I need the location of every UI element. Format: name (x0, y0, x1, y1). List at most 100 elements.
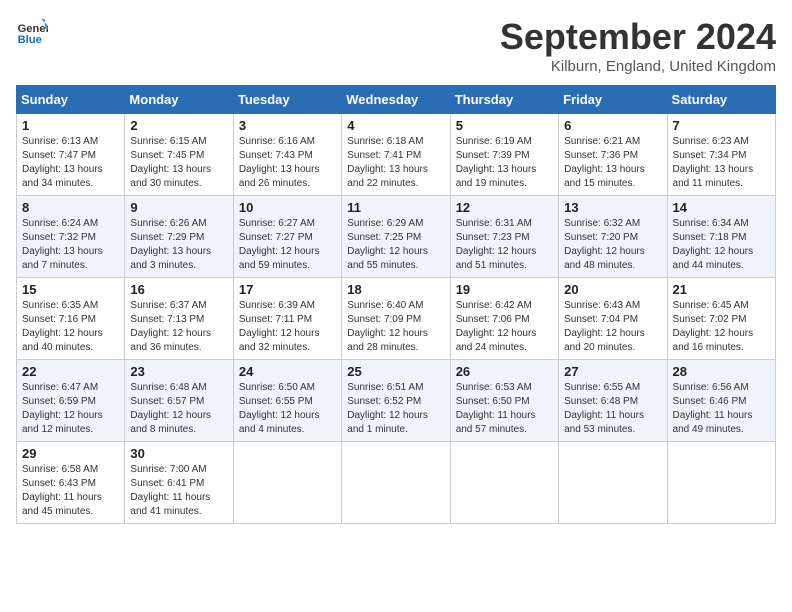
day-info: Sunrise: 6:45 AM Sunset: 7:02 PM Dayligh… (673, 299, 770, 355)
calendar-cell: 10 Sunrise: 6:27 AM Sunset: 7:27 PM Dayli… (233, 196, 341, 278)
calendar-cell: 15 Sunrise: 6:35 AM Sunset: 7:16 PM Dayli… (17, 278, 125, 360)
location: Kilburn, England, United Kingdom (500, 58, 776, 75)
day-info: Sunrise: 6:43 AM Sunset: 7:04 PM Dayligh… (564, 299, 661, 355)
day-info: Sunrise: 6:48 AM Sunset: 6:57 PM Dayligh… (130, 381, 227, 437)
day-info: Sunrise: 6:47 AM Sunset: 6:59 PM Dayligh… (22, 381, 119, 437)
calendar-cell: 2 Sunrise: 6:15 AM Sunset: 7:45 PM Daylig… (125, 114, 233, 196)
weekday-header-thursday: Thursday (450, 86, 558, 114)
title-block: September 2024 Kilburn, England, United … (500, 16, 776, 75)
month-title: September 2024 (500, 16, 776, 58)
calendar-cell: 24Sunrise: 6:50 AM Sunset: 6:55 PM Dayli… (233, 360, 341, 442)
day-number: 6 (564, 118, 661, 133)
day-number: 20 (564, 282, 661, 297)
day-number: 13 (564, 200, 661, 215)
day-number: 22 (22, 364, 119, 379)
calendar-week-2: 8Sunrise: 6:24 AM Sunset: 7:32 PM Daylig… (17, 196, 776, 278)
day-info: Sunrise: 6:42 AM Sunset: 7:06 PM Dayligh… (456, 299, 553, 355)
weekday-header-row: SundayMondayTuesdayWednesdayThursdayFrid… (17, 86, 776, 114)
day-info: Sunrise: 6:15 AM Sunset: 7:45 PM Dayligh… (130, 135, 227, 191)
calendar-cell (667, 442, 775, 524)
day-info: Sunrise: 6:26 AM Sunset: 7:29 PM Dayligh… (130, 217, 227, 273)
day-number: 27 (564, 364, 661, 379)
day-info: Sunrise: 6:53 AM Sunset: 6:50 PM Dayligh… (456, 381, 553, 437)
calendar-cell: 13 Sunrise: 6:32 AM Sunset: 7:20 PM Dayli… (559, 196, 667, 278)
day-number: 9 (130, 200, 227, 215)
calendar-week-1: 1 Sunrise: 6:13 AM Sunset: 7:47 PM Daylig… (17, 114, 776, 196)
calendar-cell: 5 Sunrise: 6:19 AM Sunset: 7:39 PM Daylig… (450, 114, 558, 196)
day-info: Sunrise: 6:27 AM Sunset: 7:27 PM Dayligh… (239, 217, 336, 273)
calendar-cell: 1 Sunrise: 6:13 AM Sunset: 7:47 PM Daylig… (17, 114, 125, 196)
weekday-header-sunday: Sunday (17, 86, 125, 114)
calendar-cell: 4Sunrise: 6:18 AM Sunset: 7:41 PM Daylig… (342, 114, 450, 196)
day-info: Sunrise: 6:37 AM Sunset: 7:13 PM Dayligh… (130, 299, 227, 355)
day-number: 28 (673, 364, 770, 379)
day-number: 25 (347, 364, 444, 379)
calendar-cell (559, 442, 667, 524)
calendar-cell: 22 Sunrise: 6:47 AM Sunset: 6:59 PM Dayli… (17, 360, 125, 442)
day-info: Sunrise: 6:23 AM Sunset: 7:34 PM Dayligh… (673, 135, 770, 191)
calendar-cell: 14Sunrise: 6:34 AM Sunset: 7:18 PM Dayli… (667, 196, 775, 278)
calendar-cell: 29Sunrise: 6:58 AM Sunset: 6:43 PM Dayli… (17, 442, 125, 524)
day-number: 15 (22, 282, 119, 297)
day-info: Sunrise: 6:58 AM Sunset: 6:43 PM Dayligh… (22, 463, 119, 519)
calendar-cell: 11Sunrise: 6:29 AM Sunset: 7:25 PM Dayli… (342, 196, 450, 278)
day-info: Sunrise: 6:56 AM Sunset: 6:46 PM Dayligh… (673, 381, 770, 437)
day-info: Sunrise: 6:39 AM Sunset: 7:11 PM Dayligh… (239, 299, 336, 355)
day-info: Sunrise: 6:55 AM Sunset: 6:48 PM Dayligh… (564, 381, 661, 437)
logo-icon: General Blue (16, 16, 48, 48)
day-info: Sunrise: 6:32 AM Sunset: 7:20 PM Dayligh… (564, 217, 661, 273)
calendar-table: SundayMondayTuesdayWednesdayThursdayFrid… (16, 85, 776, 524)
day-number: 1 (22, 118, 119, 133)
calendar-cell: 12Sunrise: 6:31 AM Sunset: 7:23 PM Dayli… (450, 196, 558, 278)
calendar-cell: 9 Sunrise: 6:26 AM Sunset: 7:29 PM Daylig… (125, 196, 233, 278)
calendar-cell: 17 Sunrise: 6:39 AM Sunset: 7:11 PM Dayli… (233, 278, 341, 360)
weekday-header-tuesday: Tuesday (233, 86, 341, 114)
calendar-cell: 23 Sunrise: 6:48 AM Sunset: 6:57 PM Dayli… (125, 360, 233, 442)
calendar-cell: 18 Sunrise: 6:40 AM Sunset: 7:09 PM Dayli… (342, 278, 450, 360)
calendar-cell: 20 Sunrise: 6:43 AM Sunset: 7:04 PM Dayli… (559, 278, 667, 360)
day-number: 5 (456, 118, 553, 133)
calendar-cell: 8Sunrise: 6:24 AM Sunset: 7:32 PM Daylig… (17, 196, 125, 278)
day-number: 23 (130, 364, 227, 379)
day-info: Sunrise: 6:21 AM Sunset: 7:36 PM Dayligh… (564, 135, 661, 191)
day-info: Sunrise: 6:40 AM Sunset: 7:09 PM Dayligh… (347, 299, 444, 355)
day-info: Sunrise: 6:19 AM Sunset: 7:39 PM Dayligh… (456, 135, 553, 191)
calendar-cell (233, 442, 341, 524)
logo: General Blue (16, 16, 48, 48)
day-number: 21 (673, 282, 770, 297)
calendar-cell: 3Sunrise: 6:16 AM Sunset: 7:43 PM Daylig… (233, 114, 341, 196)
day-info: Sunrise: 6:31 AM Sunset: 7:23 PM Dayligh… (456, 217, 553, 273)
day-number: 11 (347, 200, 444, 215)
day-info: Sunrise: 6:34 AM Sunset: 7:18 PM Dayligh… (673, 217, 770, 273)
day-info: Sunrise: 6:35 AM Sunset: 7:16 PM Dayligh… (22, 299, 119, 355)
day-number: 24 (239, 364, 336, 379)
calendar-week-5: 29Sunrise: 6:58 AM Sunset: 6:43 PM Dayli… (17, 442, 776, 524)
calendar-cell: 21 Sunrise: 6:45 AM Sunset: 7:02 PM Dayli… (667, 278, 775, 360)
calendar-cell: 6 Sunrise: 6:21 AM Sunset: 7:36 PM Daylig… (559, 114, 667, 196)
day-number: 10 (239, 200, 336, 215)
calendar-week-4: 22 Sunrise: 6:47 AM Sunset: 6:59 PM Dayli… (17, 360, 776, 442)
day-info: Sunrise: 6:16 AM Sunset: 7:43 PM Dayligh… (239, 135, 336, 191)
page-header: General Blue September 2024 Kilburn, Eng… (16, 16, 776, 75)
svg-text:Blue: Blue (18, 34, 42, 46)
day-number: 26 (456, 364, 553, 379)
day-info: Sunrise: 7:00 AM Sunset: 6:41 PM Dayligh… (130, 463, 227, 519)
day-number: 16 (130, 282, 227, 297)
day-number: 17 (239, 282, 336, 297)
calendar-cell (450, 442, 558, 524)
weekday-header-friday: Friday (559, 86, 667, 114)
calendar-cell: 30 Sunrise: 7:00 AM Sunset: 6:41 PM Dayli… (125, 442, 233, 524)
day-info: Sunrise: 6:18 AM Sunset: 7:41 PM Dayligh… (347, 135, 444, 191)
day-number: 30 (130, 446, 227, 461)
calendar-cell: 25 Sunrise: 6:51 AM Sunset: 6:52 PM Dayli… (342, 360, 450, 442)
day-info: Sunrise: 6:13 AM Sunset: 7:47 PM Dayligh… (22, 135, 119, 191)
day-number: 7 (673, 118, 770, 133)
calendar-cell: 7 Sunrise: 6:23 AM Sunset: 7:34 PM Daylig… (667, 114, 775, 196)
day-info: Sunrise: 6:51 AM Sunset: 6:52 PM Dayligh… (347, 381, 444, 437)
day-number: 2 (130, 118, 227, 133)
calendar-cell (342, 442, 450, 524)
svg-text:General: General (18, 23, 48, 35)
calendar-cell: 28 Sunrise: 6:56 AM Sunset: 6:46 PM Dayli… (667, 360, 775, 442)
day-number: 18 (347, 282, 444, 297)
day-number: 19 (456, 282, 553, 297)
